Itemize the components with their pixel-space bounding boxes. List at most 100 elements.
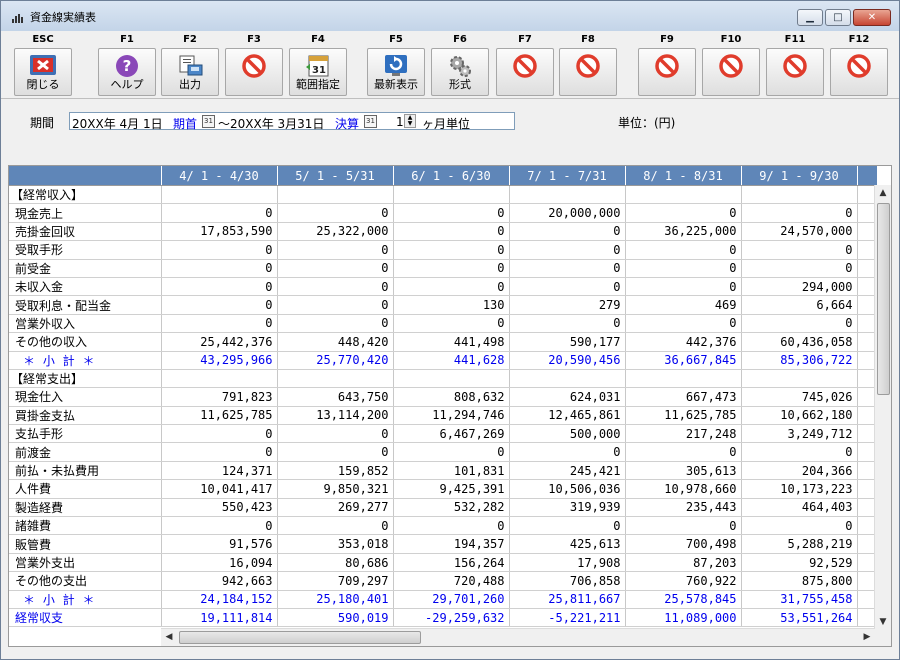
table-row[interactable]: 現金売上 0 0 0 20,000,000 0 0: [9, 203, 878, 223]
grid-cell[interactable]: 353,018: [277, 534, 394, 554]
table-row[interactable]: 前受金 0 0 0 0 0 0: [9, 259, 878, 278]
grid-cell[interactable]: 11,089,000: [625, 608, 742, 628]
grid-cell[interactable]: 85,306,722: [741, 351, 858, 370]
table-row[interactable]: 現金仕入 791,823 643,750 808,632 624,031 667,473 7…: [9, 387, 878, 407]
grid-cell[interactable]: 31,755,458: [741, 590, 858, 609]
grid-cell[interactable]: 0: [161, 240, 278, 260]
subtotal-row[interactable]: ＊ 小 計 ＊ 43,295,966 25,770,420 441,628 20,590…: [9, 351, 878, 370]
grid-cell[interactable]: -5,221,211: [509, 608, 626, 628]
grid-cell[interactable]: 0: [625, 442, 742, 462]
grid-cell[interactable]: 0: [277, 277, 394, 297]
column-header[interactable]: 5/ 1 - 5/31: [277, 166, 394, 186]
grid-cell[interactable]: 17,908: [509, 553, 626, 573]
grid-cell[interactable]: 0: [625, 259, 742, 278]
section-row[interactable]: 【経常支出】: [9, 369, 878, 389]
close-button[interactable]: 閉じる: [14, 48, 72, 96]
grid-cell[interactable]: 0: [161, 442, 278, 462]
grid-cell[interactable]: 441,498: [393, 332, 510, 352]
grid-cell[interactable]: 0: [509, 240, 626, 260]
grid-cell[interactable]: 0: [509, 516, 626, 536]
grid-cell[interactable]: 245,421: [509, 461, 626, 481]
grid-cell[interactable]: 590,019: [277, 608, 394, 628]
grid-cell[interactable]: [625, 369, 742, 389]
grid-cell[interactable]: [161, 369, 278, 389]
grid-cell[interactable]: 0: [277, 424, 394, 444]
table-row[interactable]: 受取利息・配当金 0 0 130 279 469 6,664: [9, 295, 878, 315]
maximize-button[interactable]: □: [825, 9, 851, 26]
grid-cell[interactable]: 91,576: [161, 534, 278, 554]
grid-cell[interactable]: 25,442,376: [161, 332, 278, 352]
grid-cell[interactable]: 43,295,966: [161, 351, 278, 370]
column-header[interactable]: 4/ 1 - 4/30: [161, 166, 278, 186]
grid-cell[interactable]: 53,551,264: [741, 608, 858, 628]
scroll-down-icon[interactable]: ▼: [875, 614, 891, 630]
grid-cell[interactable]: 13,114,200: [277, 406, 394, 426]
grid-cell[interactable]: 0: [393, 314, 510, 334]
grid-cell[interactable]: 0: [277, 203, 394, 223]
data-grid[interactable]: 4/ 1 - 4/30 5/ 1 - 5/31 6/ 1 - 6/30 7/ 1…: [8, 165, 892, 647]
grid-cell[interactable]: 10,506,036: [509, 479, 626, 499]
table-row[interactable]: 受取手形 0 0 0 0 0 0: [9, 240, 878, 260]
grid-cell[interactable]: 9,425,391: [393, 479, 510, 499]
grid-cell[interactable]: 25,578,845: [625, 590, 742, 609]
end-calendar-icon[interactable]: 31: [364, 115, 377, 128]
table-row[interactable]: 買掛金支払 11,625,785 13,114,200 11,294,746 12,46…: [9, 406, 878, 426]
grid-cell[interactable]: 0: [161, 203, 278, 223]
grid-cell[interactable]: 0: [625, 277, 742, 297]
f8-disabled-button[interactable]: [559, 48, 617, 96]
grid-cell[interactable]: 0: [509, 259, 626, 278]
f10-disabled-button[interactable]: [702, 48, 760, 96]
horizontal-scrollbar[interactable]: ◀ ▶: [161, 628, 875, 646]
scroll-right-icon[interactable]: ▶: [859, 629, 875, 645]
grid-cell[interactable]: 0: [393, 442, 510, 462]
grid-cell[interactable]: 875,800: [741, 571, 858, 591]
grid-cell[interactable]: 10,662,180: [741, 406, 858, 426]
table-row[interactable]: その他の収入 25,442,376 448,420 441,498 590,177 442…: [9, 332, 878, 352]
table-row[interactable]: 営業外収入 0 0 0 0 0 0: [9, 314, 878, 334]
grid-cell[interactable]: [741, 369, 858, 389]
months-spinner-icon[interactable]: ▲ ▼: [404, 114, 416, 128]
grid-cell[interactable]: 700,498: [625, 534, 742, 554]
grid-cell[interactable]: [625, 185, 742, 205]
grid-cell[interactable]: 130: [393, 295, 510, 315]
grid-cell[interactable]: 124,371: [161, 461, 278, 481]
grid-cell[interactable]: 25,322,000: [277, 222, 394, 242]
minimize-button[interactable]: ▁: [797, 9, 823, 26]
grid-cell[interactable]: 0: [277, 240, 394, 260]
table-row[interactable]: 人件費 10,041,417 9,850,321 9,425,391 10,506,03…: [9, 479, 878, 499]
grid-cell[interactable]: 235,443: [625, 498, 742, 518]
grid-cell[interactable]: [277, 369, 394, 389]
net-balance-row[interactable]: 経常収支 19,111,814 590,019 -29,259,632 -5,221,2…: [9, 608, 878, 628]
start-calendar-icon[interactable]: 31: [202, 115, 215, 128]
grid-cell[interactable]: 706,858: [509, 571, 626, 591]
vertical-scroll-thumb[interactable]: [877, 203, 890, 395]
grid-cell[interactable]: 24,570,000: [741, 222, 858, 242]
scroll-up-icon[interactable]: ▲: [875, 185, 891, 201]
grid-cell[interactable]: 159,852: [277, 461, 394, 481]
table-row[interactable]: 売掛金回収 17,853,590 25,322,000 0 0 36,225,000 24,…: [9, 222, 878, 242]
close-window-button[interactable]: ✕: [853, 9, 891, 26]
grid-cell[interactable]: 9,850,321: [277, 479, 394, 499]
grid-cell[interactable]: 6,467,269: [393, 424, 510, 444]
grid-cell[interactable]: 294,000: [741, 277, 858, 297]
period-end-kind[interactable]: 決算: [335, 115, 359, 132]
grid-cell[interactable]: 500,000: [509, 424, 626, 444]
grid-cell[interactable]: 0: [509, 222, 626, 242]
f3-disabled-button[interactable]: [225, 48, 283, 96]
grid-cell[interactable]: 204,366: [741, 461, 858, 481]
grid-cell[interactable]: [393, 185, 510, 205]
grid-cell[interactable]: 0: [509, 277, 626, 297]
grid-cell[interactable]: 0: [741, 203, 858, 223]
table-row[interactable]: 諸雑費 0 0 0 0 0 0: [9, 516, 878, 536]
grid-cell[interactable]: 11,625,785: [161, 406, 278, 426]
grid-cell[interactable]: 11,294,746: [393, 406, 510, 426]
subtotal-row[interactable]: ＊ 小 計 ＊ 24,184,152 25,180,401 29,701,260 25,…: [9, 590, 878, 609]
grid-cell[interactable]: 0: [393, 516, 510, 536]
grid-cell[interactable]: 0: [161, 516, 278, 536]
grid-cell[interactable]: 791,823: [161, 387, 278, 407]
table-row[interactable]: 販管費 91,576 353,018 194,357 425,613 700,498 5,2…: [9, 534, 878, 554]
grid-cell[interactable]: 0: [161, 295, 278, 315]
grid-cell[interactable]: 425,613: [509, 534, 626, 554]
grid-cell[interactable]: 0: [625, 516, 742, 536]
period-field[interactable]: 20XX年 4月 1日 期首 31 ～ 20XX年 3月31日 決算 31 1 …: [69, 112, 515, 132]
